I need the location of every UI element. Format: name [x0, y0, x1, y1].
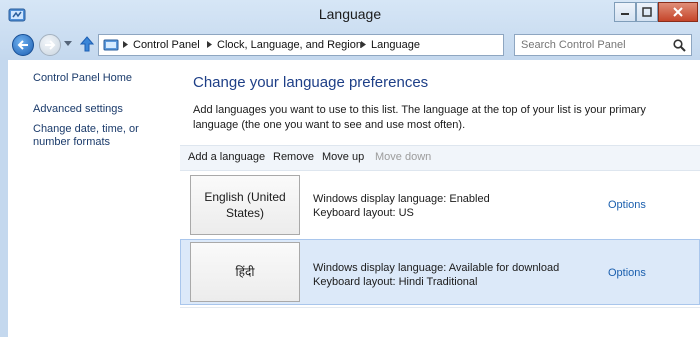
- close-button[interactable]: [658, 2, 698, 22]
- chevron-right-icon: [207, 41, 212, 48]
- up-arrow-icon[interactable]: [80, 36, 94, 52]
- move-down-button: Move down: [375, 151, 432, 163]
- navigation-bar: Control Panel Clock, Language, and Regio…: [0, 30, 700, 58]
- search-input[interactable]: [521, 37, 671, 53]
- arrow-right-icon: [45, 40, 56, 50]
- language-name: हिंदी: [235, 265, 255, 279]
- display-language-status: Windows display language: Enabled: [313, 193, 490, 205]
- breadcrumb-language[interactable]: Language: [371, 39, 420, 51]
- keyboard-layout: Keyboard layout: US: [313, 207, 414, 219]
- options-link[interactable]: Options: [608, 199, 646, 211]
- search-icon[interactable]: [673, 39, 686, 52]
- chevron-right-icon: [361, 41, 366, 48]
- title-bar: Language: [0, 0, 700, 30]
- task-pane: Control Panel Home Advanced settings Cha…: [8, 60, 181, 337]
- maximize-button[interactable]: [636, 2, 658, 22]
- minimize-icon: [621, 13, 629, 15]
- page-description: Add languages you want to use to this li…: [193, 104, 646, 131]
- options-link[interactable]: Options: [608, 267, 646, 279]
- display-language-status: Windows display language: Available for …: [313, 262, 560, 274]
- language-row[interactable]: English (United States) Windows display …: [180, 171, 700, 237]
- control-panel-home-link[interactable]: Control Panel Home: [33, 72, 178, 85]
- page-title: Change your language preferences: [193, 74, 429, 91]
- chevron-right-icon: [123, 41, 128, 48]
- main-content: Change your language preferences Add lan…: [180, 60, 700, 337]
- add-language-button[interactable]: Add a language: [188, 151, 265, 163]
- move-up-button[interactable]: Move up: [322, 151, 364, 163]
- back-button[interactable]: [12, 34, 34, 56]
- window-title: Language: [318, 6, 382, 22]
- breadcrumb-clock-language-region[interactable]: Clock, Language, and Region: [217, 39, 362, 51]
- close-icon: [673, 7, 683, 17]
- remove-button[interactable]: Remove: [273, 151, 314, 163]
- control-panel-icon: [103, 39, 119, 51]
- breadcrumb-control-panel[interactable]: Control Panel: [133, 39, 200, 51]
- language-toolbar: Add a language Remove Move up Move down: [180, 145, 700, 171]
- address-bar[interactable]: Control Panel Clock, Language, and Regio…: [98, 34, 601, 56]
- list-divider: [180, 307, 700, 308]
- change-date-time-formats-link[interactable]: Change date, time, or number formats: [33, 123, 178, 149]
- language-name: English (United States): [204, 190, 286, 220]
- recent-pages-icon[interactable]: [64, 41, 72, 47]
- forward-button[interactable]: [39, 34, 61, 56]
- language-row[interactable]: हिंदी Windows display language: Availabl…: [180, 239, 700, 305]
- minimize-button[interactable]: [614, 2, 636, 22]
- language-tile[interactable]: English (United States): [190, 175, 300, 235]
- control-panel-window: Language Control Panel Clock, Language, …: [0, 0, 700, 337]
- arrow-left-icon: [17, 40, 28, 50]
- search-box[interactable]: [514, 34, 692, 56]
- advanced-settings-link[interactable]: Advanced settings: [33, 103, 178, 116]
- keyboard-layout: Keyboard layout: Hindi Traditional: [313, 276, 478, 288]
- language-tile[interactable]: हिंदी: [190, 242, 300, 302]
- maximize-icon: [642, 7, 652, 17]
